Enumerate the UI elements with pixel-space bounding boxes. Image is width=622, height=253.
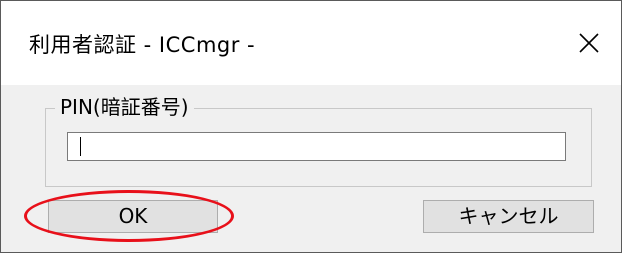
title-bar: 利用者認証 - ICCmgr - <box>1 1 621 85</box>
text-caret <box>80 137 81 156</box>
close-icon <box>579 33 599 53</box>
pin-group-label: PIN(暗証番号) <box>55 95 194 119</box>
pin-input[interactable] <box>67 132 566 161</box>
window-title: 利用者認証 - ICCmgr - <box>29 33 256 57</box>
auth-dialog: 利用者認証 - ICCmgr - PIN(暗証番号) OK キャンセル <box>0 0 622 253</box>
cancel-button[interactable]: キャンセル <box>423 200 594 233</box>
close-button[interactable] <box>557 15 621 71</box>
ok-button[interactable]: OK <box>48 200 218 233</box>
